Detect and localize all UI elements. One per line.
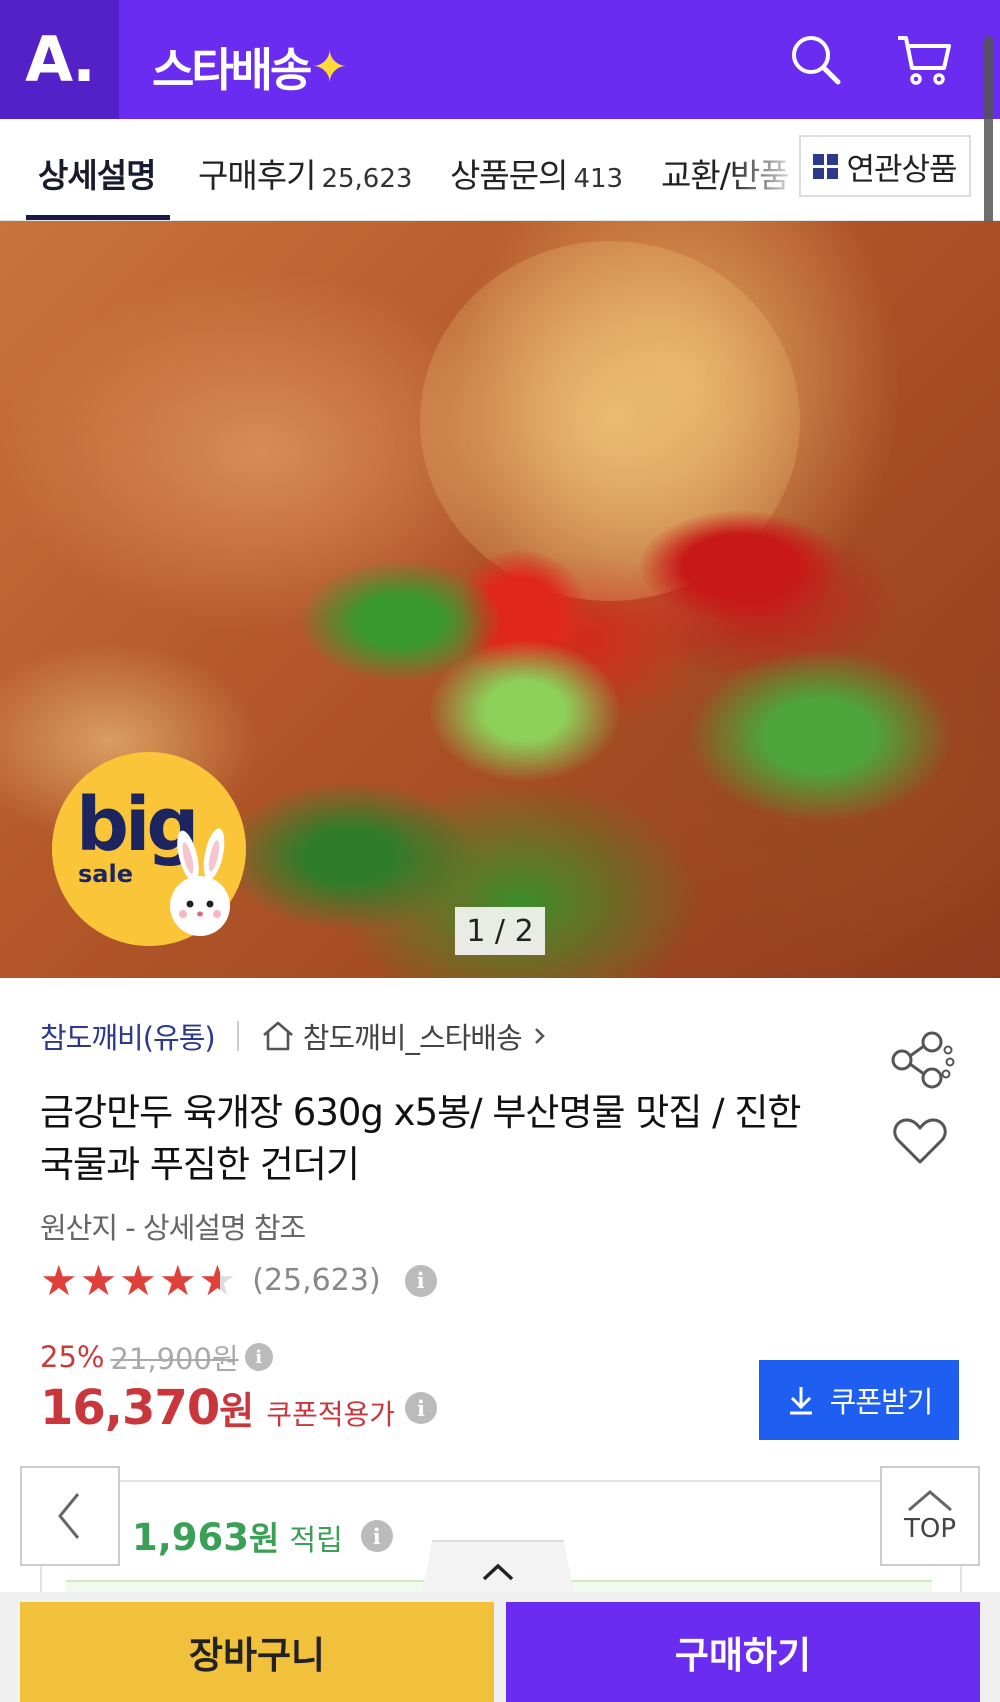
buy-button-label: 구매하기 — [674, 1635, 812, 1676]
tab-label: 구매후기 — [198, 156, 316, 195]
image-pepper — [640, 511, 840, 621]
tab-reviews[interactable]: 구매후기 25,623 — [198, 149, 412, 197]
coupon-button-label: 쿠폰받기 — [829, 1387, 934, 1419]
share-icon[interactable] — [888, 1030, 958, 1090]
sale-price: 16,370 — [40, 1380, 220, 1436]
seller-row: 참도깨비(유통) 참도깨비_스타배송 — [40, 1015, 558, 1057]
star-rating: ★★★★★ — [40, 1256, 238, 1305]
image-scallion — [300, 561, 500, 681]
tab-inquiries[interactable]: 상품문의 413 — [450, 149, 623, 197]
app-header: A. 스타배송 ✦ — [0, 0, 1000, 119]
price-row: 16,370 원 쿠폰적용가 i — [40, 1380, 438, 1436]
product-title: 금강만두 육개장 630g x5봉/ 부산명물 맛집 / 진한국물과 푸짐한 건… — [40, 1091, 801, 1186]
image-scallion — [220, 781, 480, 931]
chevron-right-icon — [534, 1028, 545, 1044]
store-name: 참도깨비_스타배송 — [302, 1021, 523, 1055]
home-icon — [262, 1021, 293, 1051]
tab-details[interactable]: 상세설명 — [38, 149, 156, 197]
chevron-up-icon — [482, 1563, 514, 1581]
points-row: 1,963 원 적립 i — [132, 1512, 393, 1560]
origin-text: 원산지 - 상세설명 참조 — [40, 1211, 306, 1245]
brand-title[interactable]: 스타배송 ✦ — [152, 34, 348, 100]
download-icon — [789, 1387, 812, 1415]
add-to-cart-button[interactable]: 장바구니 — [20, 1602, 494, 1702]
review-count: 25,623 — [321, 164, 413, 194]
coupon-price-label: 쿠폰적용가 — [266, 1398, 396, 1431]
points-amount: 1,963 — [132, 1516, 250, 1559]
store-link[interactable]: 참도깨비_스타배송 — [261, 1015, 558, 1057]
discount-rate: 25% — [40, 1340, 105, 1374]
original-price: 21,900원 — [110, 1342, 239, 1376]
big-sale-badge: big sale — [52, 752, 246, 946]
heart-icon[interactable] — [892, 1115, 948, 1167]
search-icon[interactable] — [786, 30, 846, 90]
image-counter: 1 / 2 — [455, 907, 545, 955]
tab-label: 상세설명 — [38, 156, 156, 195]
image-scallion — [690, 651, 950, 821]
get-coupon-button[interactable]: 쿠폰받기 — [759, 1360, 959, 1440]
chevron-up-icon — [908, 1490, 952, 1512]
logo[interactable]: A. — [0, 0, 119, 119]
related-products-button[interactable]: 연관상품 — [799, 135, 971, 197]
half-star-icon: ★ — [199, 1256, 239, 1305]
tab-fade — [730, 119, 802, 220]
bottom-action-bar: 장바구니 구매하기 — [0, 1592, 1000, 1702]
top-label: TOP — [903, 1514, 957, 1544]
chevron-left-icon — [58, 1493, 80, 1539]
buy-now-button[interactable]: 구매하기 — [506, 1602, 980, 1702]
rating-row[interactable]: ★★★★★ (25,623) i — [40, 1256, 437, 1305]
info-icon[interactable]: i — [360, 1520, 393, 1552]
logo-text: A. — [25, 23, 96, 96]
prev-button[interactable] — [20, 1466, 120, 1566]
related-label: 연관상품 — [846, 151, 957, 188]
active-tab-indicator — [26, 215, 170, 220]
brand-star-icon: ✦ — [311, 41, 348, 93]
grid-icon — [813, 153, 839, 179]
brand-text: 스타배송 — [152, 43, 312, 97]
scroll-top-button[interactable]: TOP — [880, 1466, 980, 1566]
points-unit: 원 — [249, 1519, 280, 1558]
bunny-icon — [170, 828, 230, 936]
product-image[interactable]: big sale 1 / 2 — [0, 221, 1000, 978]
info-icon[interactable]: i — [244, 1343, 273, 1371]
tab-label: 상품문의 — [450, 156, 568, 195]
inquiry-count: 413 — [573, 164, 624, 194]
price-unit: 원 — [219, 1389, 255, 1433]
badge-sale-text: sale — [78, 860, 133, 888]
info-icon[interactable]: i — [405, 1392, 438, 1424]
detail-tabs: 상세설명 구매후기 25,623 상품문의 413 교환/반품 연관상품 — [0, 119, 1000, 221]
cart-button-label: 장바구니 — [188, 1635, 326, 1676]
seller-link[interactable]: 참도깨비(유통) — [40, 1015, 216, 1057]
divider — [236, 1021, 239, 1051]
points-label: 적립 — [289, 1523, 343, 1557]
info-icon[interactable]: i — [404, 1264, 437, 1297]
discount-row: 25% 21,900원 i — [40, 1336, 273, 1378]
cart-icon[interactable] — [894, 30, 954, 90]
review-count-text: (25,623) — [252, 1263, 381, 1298]
